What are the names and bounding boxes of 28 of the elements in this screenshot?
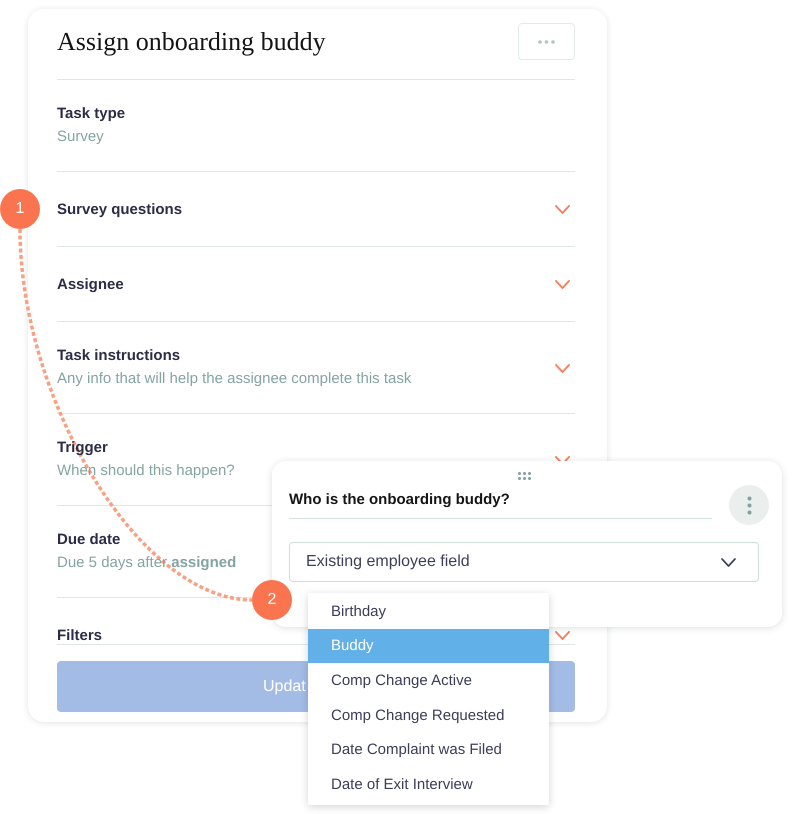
chevron-down-icon	[555, 364, 570, 372]
menu-item[interactable]: Birthday	[308, 594, 549, 629]
step-badge: 1	[0, 189, 40, 229]
chevron-down-icon	[721, 558, 736, 566]
section-label: Trigger	[57, 438, 108, 458]
section-detail: Survey	[57, 127, 104, 147]
chevron-down-icon	[555, 631, 570, 640]
section-label: Filters	[57, 626, 102, 644]
menu-item[interactable]: Date of Exit Interview	[308, 766, 549, 802]
menu-item[interactable]: Comp Change Requested	[308, 698, 549, 732]
section-label: Task type	[57, 104, 126, 124]
select-field[interactable]: Existing employee field	[289, 542, 759, 582]
more-vertical-icon	[746, 496, 752, 514]
question-field[interactable]: Who is the onboarding buddy?	[289, 489, 712, 519]
section-detail: Any info that will help the assignee complete this task	[57, 369, 412, 389]
section-label: Survey questions	[57, 200, 182, 220]
section-label: Due date	[57, 530, 120, 550]
menu-item[interactable]: Date Complaint was Filed	[308, 732, 549, 767]
chevron-down-icon	[555, 280, 570, 289]
more-icon	[538, 40, 555, 44]
more-button[interactable]	[729, 485, 769, 525]
chevron-down-icon	[555, 205, 570, 214]
section-label: Assignee	[57, 274, 124, 294]
section-label: Task instructions	[57, 346, 180, 366]
drag-handle-icon[interactable]	[518, 472, 530, 480]
card-title: Assign onboarding buddy	[57, 26, 326, 56]
section-detail: When should this happen?	[57, 461, 235, 481]
menu-item[interactable]: Comp Change Active	[308, 663, 549, 698]
